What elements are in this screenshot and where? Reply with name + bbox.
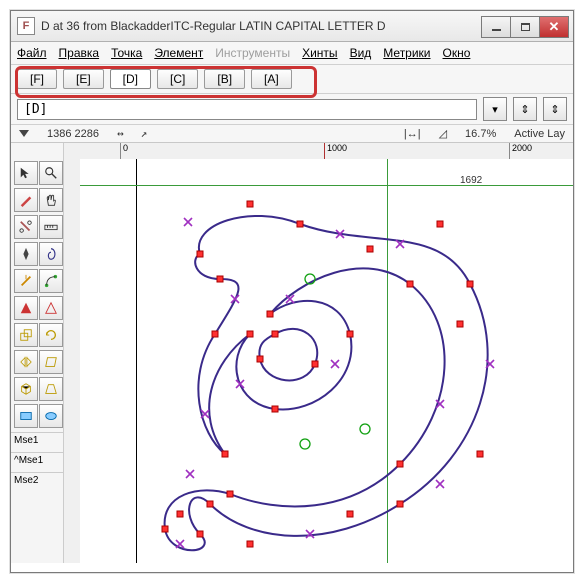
- app-window: F D at 36 from BlackadderITC-Regular LAT…: [10, 10, 574, 573]
- pen-tool[interactable]: [14, 242, 38, 266]
- glyph-tab-b[interactable]: [B]: [204, 69, 245, 89]
- ellipse-tool[interactable]: [39, 404, 63, 428]
- glyph-canvas[interactable]: 1692: [80, 159, 573, 563]
- cursor-coords: 1386 2286: [47, 128, 99, 140]
- glyph-name-input[interactable]: [D]: [17, 99, 477, 120]
- mouse-binding-2[interactable]: Mse2: [11, 472, 63, 488]
- magnify-tool[interactable]: [39, 161, 63, 185]
- menu-file[interactable]: Файл: [17, 46, 47, 60]
- skew-tool[interactable]: [39, 350, 63, 374]
- maximize-button[interactable]: [510, 16, 540, 38]
- glyph-collapse-button[interactable]: ⇕: [543, 97, 567, 121]
- cursor-indicator-icon: [19, 130, 29, 137]
- glyph-dropdown-button[interactable]: ▾: [483, 97, 507, 121]
- titlebar: F D at 36 from BlackadderITC-Regular LAT…: [11, 11, 573, 42]
- vertical-ruler[interactable]: [64, 159, 81, 563]
- menu-element[interactable]: Элемент: [154, 46, 203, 60]
- ruler-tick-0: 0: [120, 143, 128, 159]
- tangent-tool[interactable]: [39, 296, 63, 320]
- 3d-rotate-tool[interactable]: [14, 377, 38, 401]
- hand-tool[interactable]: [39, 188, 63, 212]
- glyph-tab-c[interactable]: [C]: [157, 69, 198, 89]
- close-button[interactable]: [539, 16, 569, 38]
- cut-tool[interactable]: [14, 215, 38, 239]
- glyph-tabs-row: [F] [E] [D] [C] [B] [A]: [11, 65, 573, 94]
- menu-point[interactable]: Точка: [111, 46, 142, 60]
- ruler-tick-2000: 2000: [509, 143, 532, 159]
- menu-hints[interactable]: Хинты: [302, 46, 337, 60]
- glyph-tab-d[interactable]: [D]: [110, 69, 151, 89]
- glyph-outline[interactable]: [140, 184, 520, 563]
- curve-tool[interactable]: [39, 269, 63, 293]
- menu-view[interactable]: Вид: [350, 46, 372, 60]
- menu-edit[interactable]: Правка: [59, 46, 100, 60]
- glyph-expand-button[interactable]: ⇕: [513, 97, 537, 121]
- flip-tool[interactable]: [14, 350, 38, 374]
- scale-tool[interactable]: [14, 323, 38, 347]
- zoom-level[interactable]: 16.7%: [465, 128, 496, 140]
- angle-icon: ◿: [439, 127, 447, 140]
- info-bar: 1386 2286 ↔ ↗ |↔| ◿ 16.7% Active Lay: [11, 125, 573, 143]
- knife-tool[interactable]: [14, 269, 38, 293]
- pointer-tool[interactable]: [14, 161, 38, 185]
- mouse-binding-1b[interactable]: ^Mse1: [11, 452, 63, 468]
- glyph-tab-f[interactable]: [F]: [17, 69, 57, 89]
- move-arrow-icon: ↔: [117, 127, 123, 140]
- ruler-tick-1000: 1000: [324, 143, 347, 159]
- resize-icon: ↗: [141, 127, 147, 140]
- mouse-binding-1[interactable]: Mse1: [11, 432, 63, 448]
- canvas-area: 0 1000 2000 1692: [64, 143, 573, 563]
- corner-tool[interactable]: [14, 296, 38, 320]
- glyph-tab-a[interactable]: [A]: [251, 69, 292, 89]
- ruler-toggle-icon[interactable]: |↔|: [404, 128, 421, 140]
- window-title: D at 36 from BlackadderITC-Regular LATIN…: [41, 19, 482, 33]
- active-layer-label[interactable]: Active Lay: [514, 128, 565, 140]
- menu-window[interactable]: Окно: [443, 46, 471, 60]
- menu-metrics[interactable]: Метрики: [383, 46, 430, 60]
- origin-guide: [136, 159, 137, 563]
- app-icon: F: [17, 17, 35, 35]
- menu-tools: Инструменты: [215, 46, 290, 60]
- menubar: Файл Правка Точка Элемент Инструменты Хи…: [11, 42, 573, 65]
- perspective-tool[interactable]: [39, 377, 63, 401]
- spiro-tool[interactable]: [39, 242, 63, 266]
- horizontal-ruler[interactable]: 0 1000 2000: [64, 143, 573, 160]
- ruler-tool[interactable]: [39, 215, 63, 239]
- glyph-entry-row: [D] ▾ ⇕ ⇕: [11, 94, 573, 125]
- rotate-tool[interactable]: [39, 323, 63, 347]
- minimize-button[interactable]: [481, 16, 511, 38]
- rect-tool[interactable]: [14, 404, 38, 428]
- glyph-tab-e[interactable]: [E]: [63, 69, 104, 89]
- tool-palette: Mse1 ^Mse1 Mse2: [11, 143, 64, 563]
- work-area: Mse1 ^Mse1 Mse2 0 1000 2000 1692: [11, 143, 573, 563]
- draw-tool[interactable]: [14, 188, 38, 212]
